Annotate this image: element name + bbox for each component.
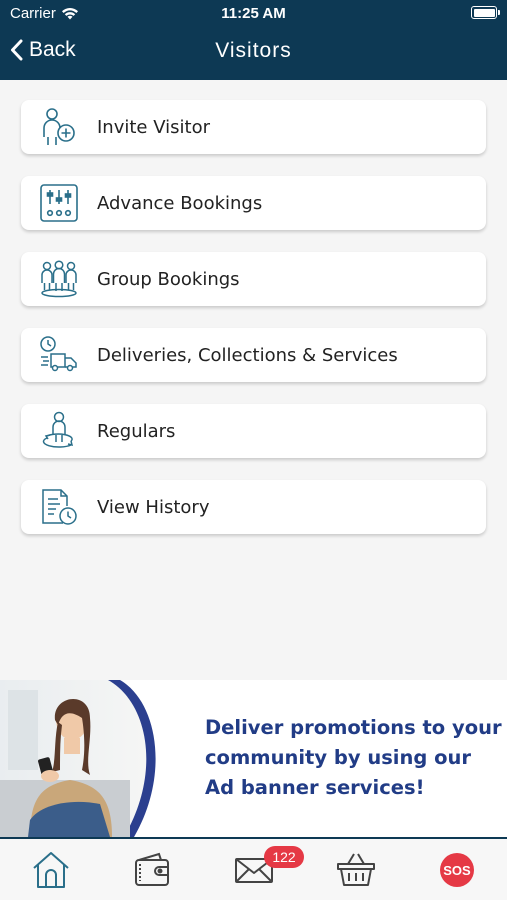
delivery-truck-icon [39, 335, 79, 375]
wallet-icon [135, 852, 169, 886]
menu-item-invite-visitor[interactable]: Invite Visitor [21, 100, 486, 154]
navigation-bar: Back Visitors [0, 30, 507, 74]
tab-sos[interactable]: SOS [427, 847, 487, 893]
menu-item-deliveries[interactable]: Deliveries, Collections & Services [21, 328, 486, 382]
advance-bookings-icon [39, 183, 79, 223]
battery-icon [471, 6, 500, 19]
visitors-menu: Invite Visitor Advance Bookings Group Bo… [21, 100, 486, 556]
tab-wallet[interactable] [123, 847, 183, 893]
menu-item-label: Regulars [97, 420, 176, 442]
home-icon [33, 852, 69, 888]
menu-item-label: Group Bookings [97, 268, 240, 290]
sos-icon: SOS [440, 853, 474, 887]
menu-item-regulars[interactable]: Regulars [21, 404, 486, 458]
menu-item-view-history[interactable]: View History [21, 480, 486, 534]
menu-item-advance-bookings[interactable]: Advance Bookings [21, 176, 486, 230]
menu-item-group-bookings[interactable]: Group Bookings [21, 252, 486, 306]
ad-banner-text: Deliver promotions to your community by … [205, 716, 502, 799]
clock: 11:25 AM [221, 5, 286, 22]
menu-item-label: Deliveries, Collections & Services [97, 344, 398, 366]
basket-icon [337, 853, 375, 886]
tab-basket[interactable] [326, 847, 386, 893]
ad-banner[interactable]: Deliver promotions to your community by … [0, 680, 507, 837]
status-bar: Carrier 11:25 AM [0, 0, 507, 28]
woman-with-phone-image [0, 680, 165, 837]
history-icon [39, 487, 79, 527]
menu-item-label: View History [97, 496, 210, 518]
mail-badge: 122 [264, 846, 304, 868]
invite-visitor-icon [39, 107, 79, 147]
group-bookings-icon [39, 259, 79, 299]
menu-item-label: Advance Bookings [97, 192, 263, 214]
header-bar: Carrier 11:25 AM Back Visitors [0, 0, 507, 80]
menu-item-label: Invite Visitor [97, 116, 210, 138]
regular-visitor-icon [39, 411, 79, 451]
bottom-tab-bar: SOS [0, 837, 507, 900]
page-title: Visitors [215, 39, 292, 62]
tab-home[interactable] [21, 847, 81, 893]
